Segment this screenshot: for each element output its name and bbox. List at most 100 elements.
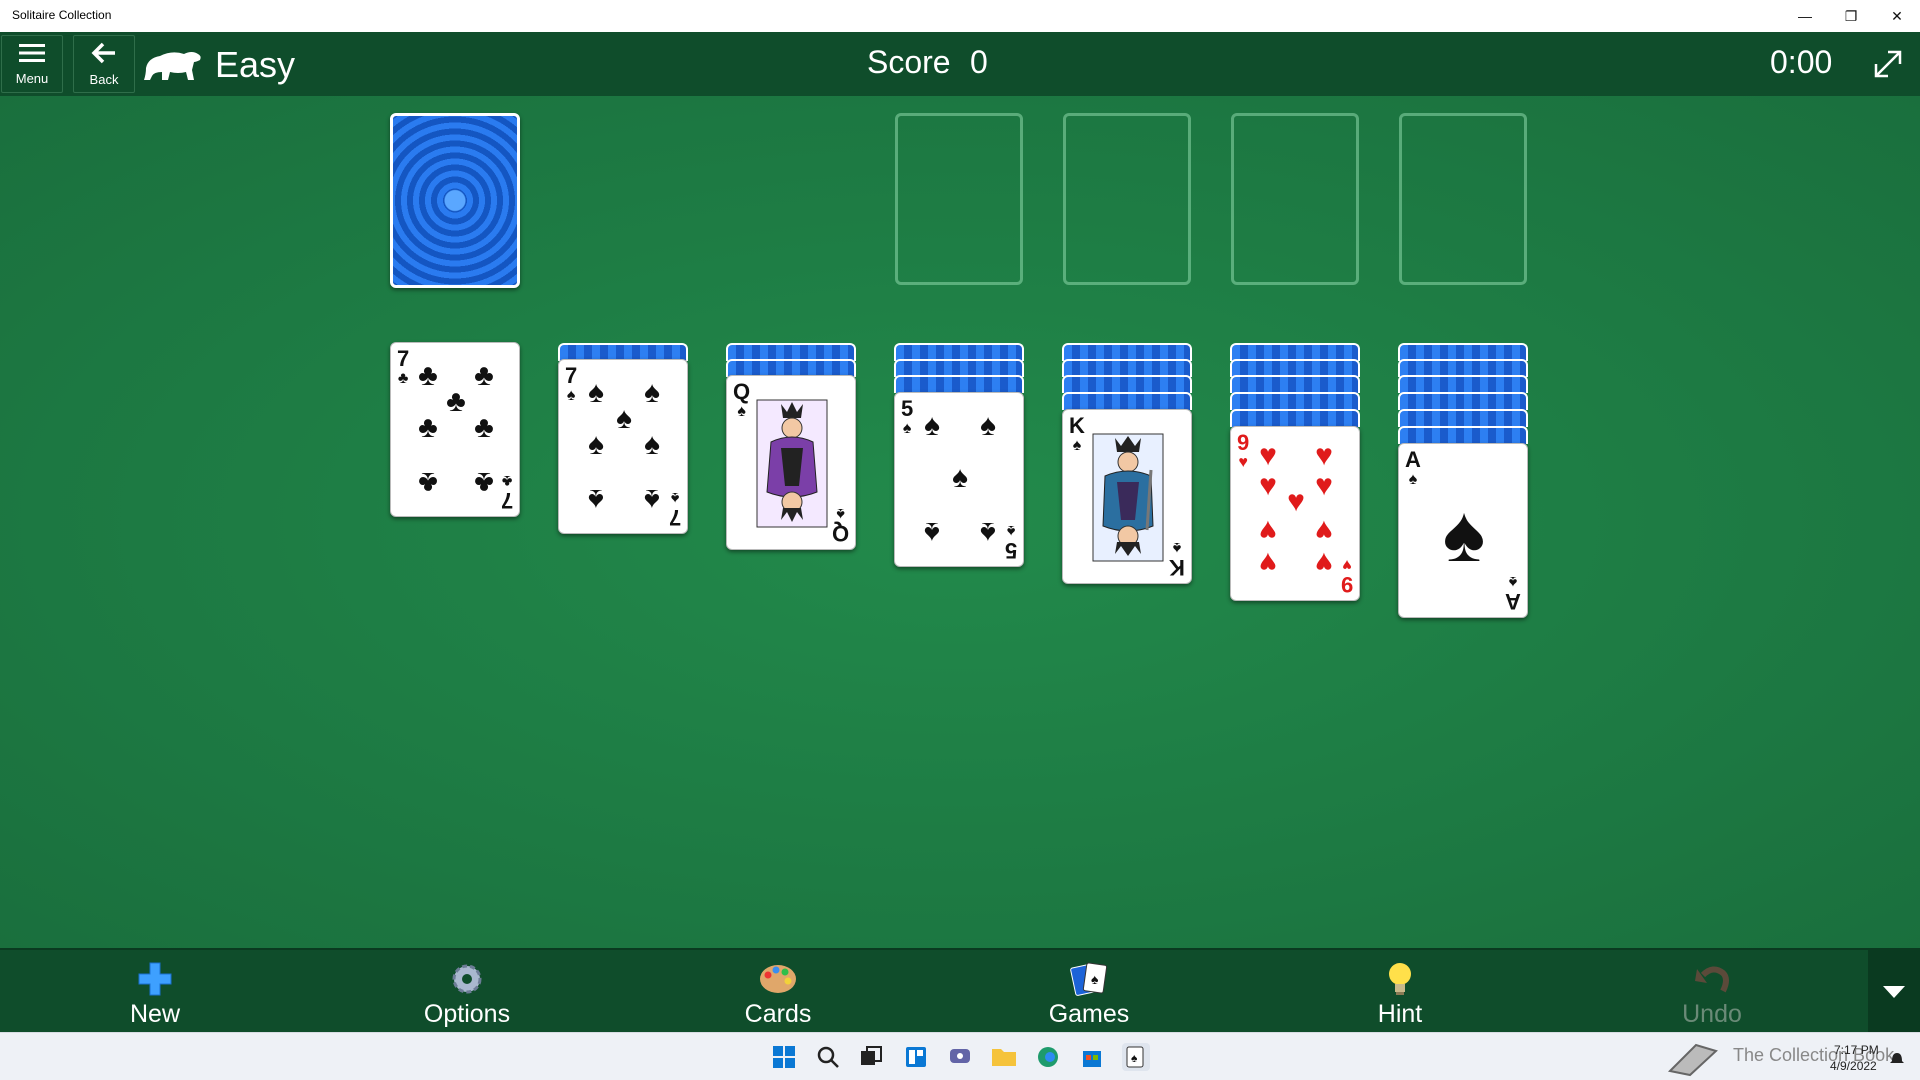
window-titlebar: Solitaire Collection — ❐ ✕ (0, 0, 1920, 32)
card-corner: 9 ♥ (1340, 554, 1353, 597)
card-suit: ♠ (737, 403, 746, 420)
fullscreen-icon[interactable] (1868, 44, 1908, 84)
tableau-card-9-hearts[interactable]: 9 ♥ ♥ ♥ ♥ ♥ ♥ ♥ ♥ ♥ ♥ 9 ♥ (1230, 426, 1360, 601)
heart-pip-icon: ♥ (1259, 439, 1277, 472)
task-view-icon[interactable] (857, 1043, 885, 1071)
foundation-slot[interactable] (1063, 113, 1191, 285)
foundation-slot[interactable] (895, 113, 1023, 285)
club-pip-icon: ♣ (446, 385, 466, 418)
foundation-slot[interactable] (1231, 113, 1359, 285)
games-label: Games (1048, 1000, 1130, 1028)
card-rank: Q (831, 521, 849, 546)
card-rank: 7 (500, 488, 513, 513)
card-corner: 9 ♥ (1237, 430, 1250, 473)
card-suit: ♣ (501, 472, 513, 489)
card-suit: ♥ (1342, 556, 1352, 573)
club-pip-icon: ♣ (474, 411, 494, 444)
toolbar-expand-button[interactable] (1868, 950, 1920, 1034)
queen-figure-icon (756, 399, 828, 528)
undo-button[interactable]: Undo (1642, 960, 1782, 1030)
spade-pip-icon: ♠ (924, 516, 940, 549)
heart-pip-icon: ♥ (1315, 469, 1333, 502)
search-icon[interactable] (814, 1043, 842, 1071)
play-area: 7 ♣ ♣ ♣ ♣ ♣ ♣ ♣ ♣ 7 ♣ 7 ♠ ♠ ♠ ♠ ♠ ♠ ♠ ♠ 7 ♠ … (0, 96, 1920, 948)
heart-pip-icon: ♥ (1315, 546, 1333, 579)
card-rank: A (1405, 447, 1421, 472)
hamburger-icon (19, 43, 45, 68)
cards-label: Cards (744, 1000, 812, 1028)
chat-icon[interactable] (946, 1043, 974, 1071)
card-corner: K ♠ (1069, 415, 1085, 456)
file-explorer-icon[interactable] (990, 1043, 1018, 1071)
window-title: Solitaire Collection (12, 8, 112, 22)
spade-pip-icon: ♠ (924, 409, 940, 442)
face-down-card (1398, 409, 1528, 427)
game-timer: 0:00 (1770, 44, 1833, 80)
notification-bell-icon[interactable] (1888, 1049, 1906, 1067)
spade-pip-icon: ♠ (644, 428, 660, 461)
card-corner: 7 ♠ (565, 365, 577, 406)
windows-start-icon[interactable] (770, 1043, 798, 1071)
tableau-card-7-clubs[interactable]: 7 ♣ ♣ ♣ ♣ ♣ ♣ ♣ ♣ 7 ♣ (390, 342, 520, 517)
heart-pip-icon: ♥ (1259, 546, 1277, 579)
card-rank: K (1169, 555, 1185, 580)
tableau-card-ace-spades[interactable]: A ♠ ♠ A ♠ (1398, 443, 1528, 618)
close-button[interactable]: ✕ (1874, 0, 1920, 32)
solitaire-window: Solitaire Collection — ❐ ✕ Menu Back Eas… (0, 0, 1920, 1080)
back-button[interactable]: Back (73, 35, 135, 93)
card-rank: 9 (1237, 430, 1250, 455)
games-button[interactable]: ♠ Games (1019, 960, 1159, 1030)
card-corner: 5 ♠ (901, 398, 913, 439)
game-header: Menu Back Easy Score 0 0:00 (0, 32, 1920, 96)
menu-button[interactable]: Menu (1, 35, 63, 93)
card-corner: 7 ♠ (669, 487, 681, 530)
minimize-button[interactable]: — (1782, 0, 1828, 32)
difficulty-label: Easy (215, 44, 296, 85)
foundation-slot[interactable] (1399, 113, 1527, 285)
restore-button[interactable]: ❐ (1828, 0, 1874, 32)
card-corner: K ♠ (1169, 537, 1185, 580)
solitaire-icon[interactable]: ♠ (1122, 1043, 1150, 1071)
spade-pip-icon: ♠ (952, 461, 968, 494)
score-value: 0 (970, 44, 988, 80)
spade-pip-icon: ♠ (588, 483, 604, 516)
spade-pip-icon: ♠ (588, 428, 604, 461)
undo-arrow-icon (1692, 960, 1732, 998)
card-suit: ♠ (902, 420, 912, 437)
polar-bear-icon (144, 52, 201, 80)
club-pip-icon: ♣ (474, 359, 494, 392)
playing-cards-icon: ♠ (1069, 960, 1109, 998)
face-down-card (1230, 409, 1360, 427)
store-icon[interactable] (1078, 1043, 1106, 1071)
spade-pip-icon: ♠ (1442, 489, 1486, 578)
book-icon (1667, 1043, 1718, 1077)
new-game-button[interactable]: New (85, 960, 225, 1030)
heart-pip-icon: ♥ (1315, 514, 1333, 547)
plus-icon (135, 960, 175, 998)
spade-pip-icon: ♠ (644, 376, 660, 409)
club-pip-icon: ♣ (418, 359, 438, 392)
widgets-icon[interactable] (902, 1043, 930, 1071)
card-suit: ♠ (1508, 573, 1518, 590)
card-suit: ♠ (1006, 522, 1016, 539)
spade-pip-icon: ♠ (980, 409, 996, 442)
edge-icon[interactable] (1034, 1043, 1062, 1071)
tableau-card-7-spades[interactable]: 7 ♠ ♠ ♠ ♠ ♠ ♠ ♠ ♠ 7 ♠ (558, 359, 688, 534)
card-suit: ♠ (670, 489, 680, 506)
options-button[interactable]: Options (397, 960, 537, 1030)
tableau-card-queen-spades[interactable]: Q ♠ Q ♠ (726, 375, 856, 550)
face-down-card (1230, 392, 1360, 410)
cards-button[interactable]: Cards (708, 960, 848, 1030)
face-down-card (1062, 375, 1192, 393)
card-corner: Q ♠ (733, 381, 750, 422)
svg-text:♠: ♠ (1131, 1051, 1138, 1065)
hint-button[interactable]: Hint (1330, 960, 1470, 1030)
card-rank: 9 (1340, 572, 1353, 597)
card-rank: 7 (397, 346, 410, 371)
tableau-card-5-spades[interactable]: 5 ♠ ♠ ♠ ♠ ♠ ♠ 5 ♠ (894, 392, 1024, 567)
stock-pile[interactable] (390, 113, 520, 288)
palette-icon (758, 960, 798, 998)
tableau-card-king-spades[interactable]: K ♠ K ♠ (1062, 409, 1192, 584)
undo-label: Undo (1682, 1000, 1742, 1028)
card-corner: A ♠ (1405, 447, 1421, 490)
